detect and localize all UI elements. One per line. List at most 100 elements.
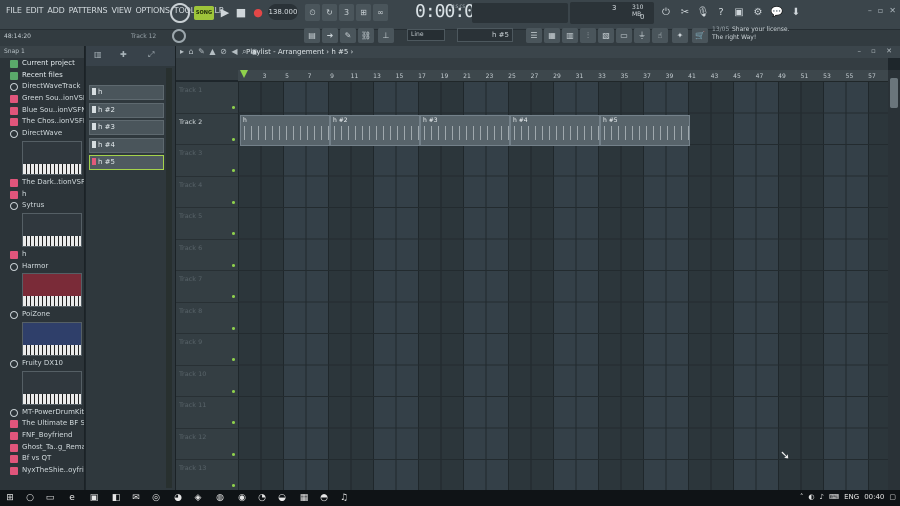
browser-item[interactable]: h: [0, 249, 84, 261]
track-mute-led[interactable]: [232, 358, 235, 361]
pencil-icon[interactable]: ✎: [340, 28, 356, 43]
bar-ruler[interactable]: 3 5 7 9 11 13 15 17 19 21 23 25 27 29 31 33 35 37 39 41 43 45…: [238, 70, 888, 82]
track-header[interactable]: Track 7: [176, 271, 238, 303]
app3-icon[interactable]: ◒: [276, 492, 288, 504]
pattern-clip[interactable]: h #5: [600, 114, 690, 146]
step-edit-icon[interactable]: ⊞: [356, 4, 371, 21]
pattern-scrollbar[interactable]: [166, 68, 172, 488]
pattern-item[interactable]: h #3: [89, 120, 164, 135]
wait-input-icon[interactable]: ↻: [322, 4, 337, 21]
plugin-thumbnail[interactable]: [22, 273, 82, 308]
track-mute-led[interactable]: [232, 232, 235, 235]
timeline-bar[interactable]: [238, 58, 888, 70]
tray-language[interactable]: ENG: [844, 493, 859, 501]
power-icon[interactable]: ⏻: [658, 5, 674, 21]
track-mute-led[interactable]: [232, 326, 235, 330]
browser-item[interactable]: The Chos..ionVSFNF): [0, 116, 84, 128]
track-mute-led[interactable]: [232, 137, 235, 141]
loop-record-icon[interactable]: ∞: [373, 4, 388, 21]
app5-icon[interactable]: ♫: [338, 492, 350, 504]
scroll-thumb[interactable]: [890, 78, 898, 108]
pattern-item[interactable]: h #5: [89, 155, 164, 170]
track-header[interactable]: Track 4: [176, 177, 238, 208]
playlist-icon[interactable]: ☰: [526, 28, 542, 43]
news-panel[interactable]: 13/05 Share your license. The right Way!: [712, 26, 802, 44]
browser-item[interactable]: Ghost_Ta..g_Remake: [0, 442, 84, 454]
track-header[interactable]: Track 9: [176, 334, 238, 366]
track-mute-led[interactable]: [232, 200, 235, 204]
browser-item[interactable]: The Ultimate BF SF2: [0, 418, 84, 430]
plugin-icon[interactable]: ⚙: [750, 5, 766, 21]
wand-icon[interactable]: ✦: [672, 28, 688, 43]
browser-item[interactable]: FNF_Boyfriend: [0, 430, 84, 442]
track-header[interactable]: Track 8: [176, 303, 238, 334]
menu-file[interactable]: FILE: [4, 6, 24, 15]
arrow-right-icon[interactable]: ➜: [322, 28, 338, 43]
pattern-icon[interactable]: ▥: [94, 50, 102, 59]
master-volume-knob[interactable]: [172, 29, 186, 43]
chat-icon[interactable]: 💬: [769, 5, 785, 21]
search-icon[interactable]: ○: [24, 492, 36, 504]
stamp-icon[interactable]: ⊥: [378, 28, 394, 43]
help-icon[interactable]: ?: [713, 5, 729, 21]
plugin-thumbnail[interactable]: [22, 321, 82, 356]
song-mode-button[interactable]: SONG: [194, 6, 214, 20]
stop-icon[interactable]: ■: [233, 5, 249, 21]
maps-icon[interactable]: ◈: [192, 492, 204, 504]
fl-studio-icon[interactable]: ▦: [298, 492, 310, 504]
browser-item[interactable]: Green Sou..ionVSFNF): [0, 93, 84, 105]
file-icon[interactable]: ▭: [616, 28, 632, 43]
pattern-clip[interactable]: h #2: [330, 114, 420, 146]
tray-clock[interactable]: 00:40: [864, 493, 884, 501]
tray-chevron-icon[interactable]: ˄: [800, 493, 804, 501]
browser-item[interactable]: Bf vs QT: [0, 453, 84, 465]
browser-item[interactable]: Fruity DX10: [0, 358, 84, 370]
playlist-scrollbar[interactable]: [888, 70, 900, 490]
task-view-icon[interactable]: ▭: [44, 492, 56, 504]
sliders-icon[interactable]: ⫶: [580, 28, 596, 43]
save-icon[interactable]: ▣: [731, 5, 747, 21]
track-mute-led[interactable]: [232, 106, 235, 109]
link-icon[interactable]: ⛓: [358, 28, 374, 43]
piano-roll-icon[interactable]: ▤: [304, 28, 320, 43]
menu-edit[interactable]: EDIT: [24, 6, 46, 15]
browser-item[interactable]: The Dark..tionVSFNF): [0, 177, 84, 189]
browser-item[interactable]: PoiZone: [0, 309, 84, 321]
metronome-icon[interactable]: ⏲: [305, 4, 320, 21]
track-header[interactable]: Track 11: [176, 397, 238, 429]
track-header[interactable]: Track 6: [176, 240, 238, 271]
track-header[interactable]: Track 2: [176, 114, 238, 145]
track-mute-led[interactable]: [232, 389, 235, 393]
browser-item[interactable]: DirectWaveTrack: [0, 81, 84, 93]
maximize-icon[interactable]: ▫: [878, 6, 883, 15]
notification-icon[interactable]: ▢: [889, 493, 896, 501]
pattern-clip[interactable]: h #3: [420, 114, 510, 146]
cart-icon[interactable]: 🛒: [692, 28, 708, 43]
touch-icon[interactable]: ☝: [652, 28, 668, 43]
browser-item[interactable]: MT-PowerDrumKit: [0, 407, 84, 419]
tray-volume-icon[interactable]: ♪: [820, 493, 824, 501]
countdown-icon[interactable]: 3: [339, 4, 354, 21]
track-mute-led[interactable]: [232, 263, 235, 267]
app2-icon[interactable]: ◔: [256, 492, 268, 504]
track-header[interactable]: Track 1: [176, 82, 238, 114]
track-header[interactable]: Track 12: [176, 429, 238, 460]
menu-patterns[interactable]: PATTERNS: [67, 6, 110, 15]
menu-options[interactable]: OPTIONS: [133, 6, 171, 15]
plugin-thumbnail[interactable]: [22, 212, 82, 247]
mail-icon[interactable]: ✉: [130, 492, 142, 504]
track-mute-led[interactable]: [232, 452, 235, 456]
track-header[interactable]: Track 13: [176, 460, 238, 492]
tray-keyboard-icon[interactable]: ⌨: [829, 493, 839, 501]
microphone-icon[interactable]: 🎙: [695, 5, 711, 21]
edit-icon[interactable]: ⤢: [148, 50, 154, 60]
pattern-item[interactable]: h: [89, 85, 164, 100]
browser-item[interactable]: Sytrus: [0, 200, 84, 212]
explorer-icon[interactable]: ▣: [88, 492, 100, 504]
channel-rack-icon[interactable]: ▦: [544, 28, 560, 43]
record-icon[interactable]: ●: [250, 5, 266, 21]
app4-icon[interactable]: ◓: [318, 492, 330, 504]
scissors-icon[interactable]: ✂: [677, 5, 693, 21]
app1-icon[interactable]: ◉: [236, 492, 248, 504]
pattern-clip[interactable]: h #4: [510, 114, 600, 146]
